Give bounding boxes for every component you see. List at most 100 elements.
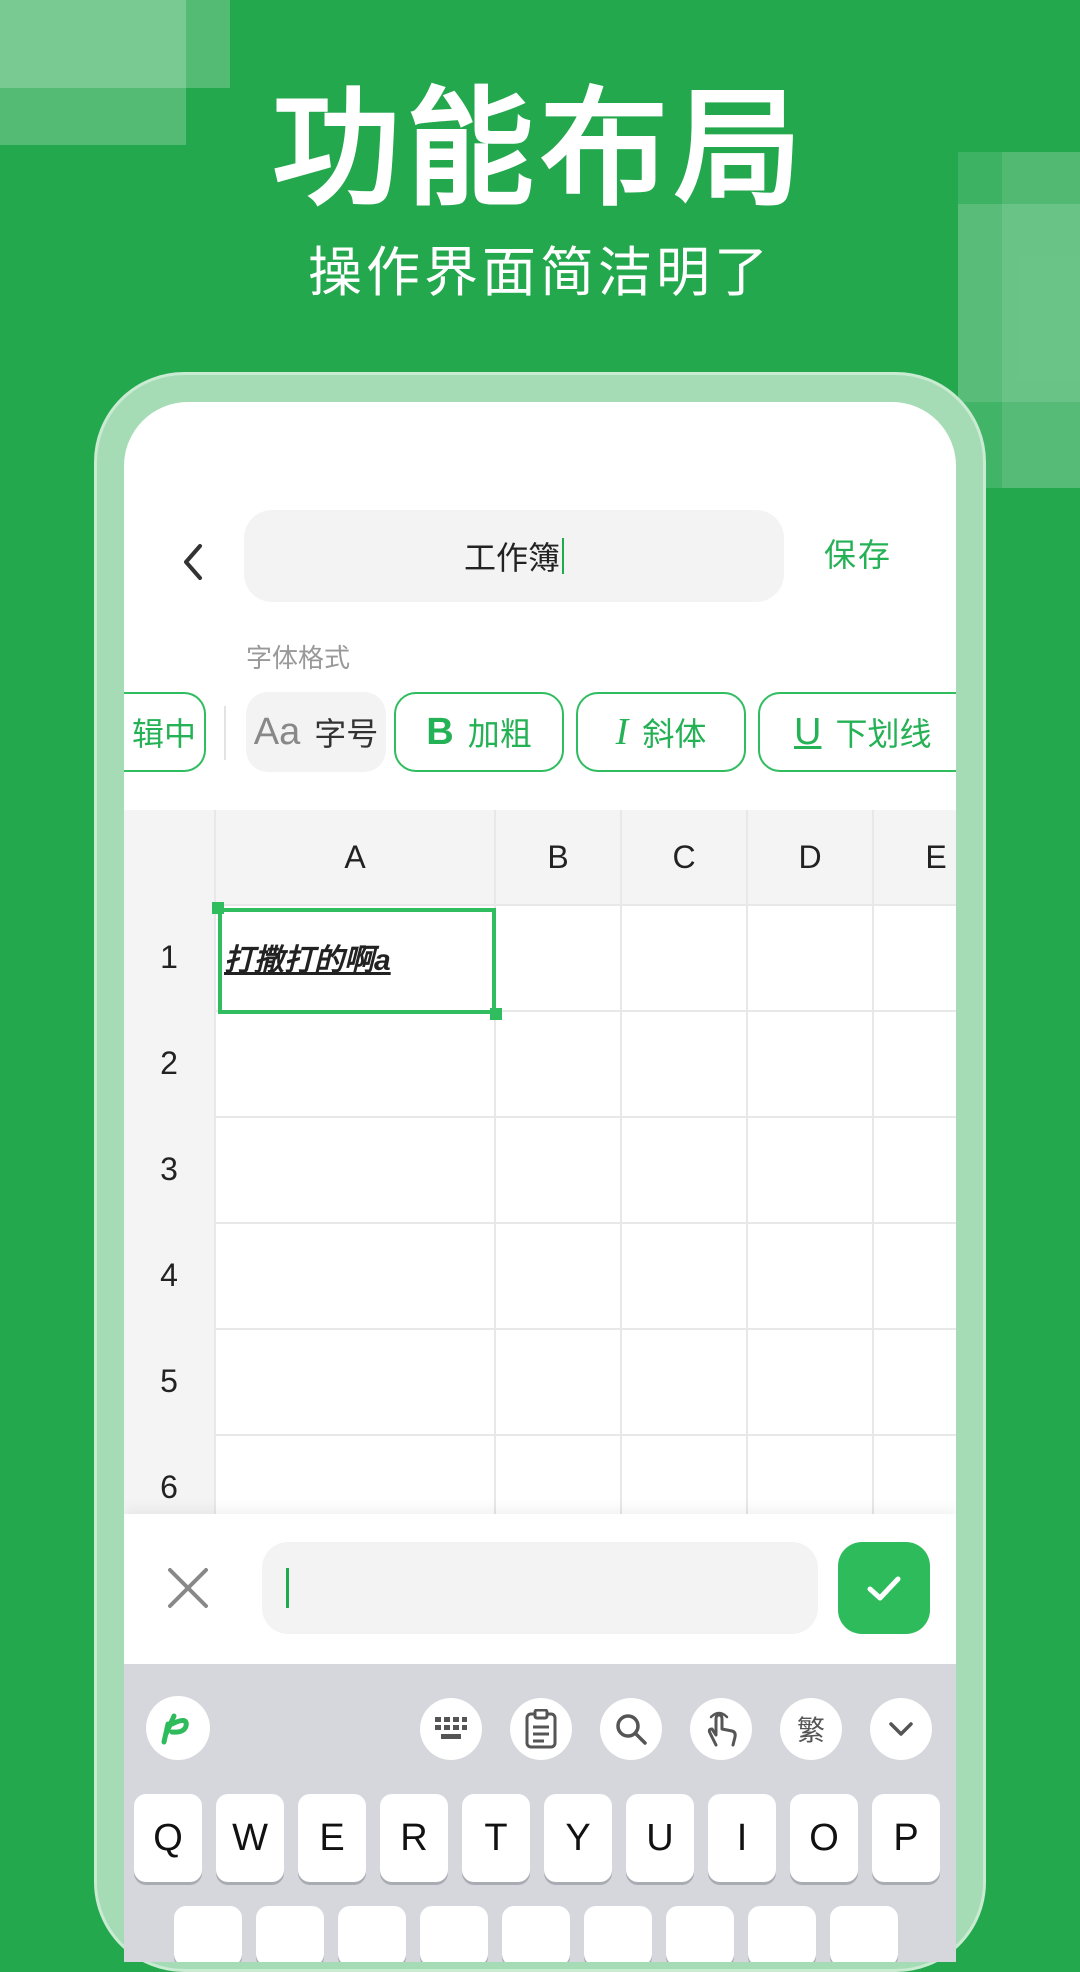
italic-icon: I [615,711,629,753]
save-button[interactable]: 保存 [824,530,892,576]
keyboard-row-2 [174,1906,914,1962]
cell[interactable] [496,1222,622,1328]
underline-icon: U [794,710,822,753]
keyboard: 繁 Q W E R T Y U I O P [124,1664,956,1962]
chip-italic[interactable]: I 斜体 [576,692,746,772]
key[interactable] [256,1906,324,1962]
table-row: 3 [124,1116,956,1224]
row-header-5[interactable]: 5 [124,1328,216,1434]
cancel-button[interactable] [164,1564,212,1612]
hero-subtitle: 操作界面简洁明了 [308,241,772,304]
corner-cell[interactable] [124,810,216,904]
gesture-icon [707,1711,737,1747]
cell[interactable] [216,1116,496,1222]
key[interactable] [666,1906,734,1962]
cell[interactable] [748,1116,874,1222]
cell[interactable] [216,1010,496,1116]
key-i[interactable]: I [708,1794,776,1882]
cell[interactable] [874,1328,956,1434]
cell[interactable] [748,1222,874,1328]
row-header-2[interactable]: 2 [124,1010,216,1116]
column-header-c[interactable]: C [622,810,748,904]
key[interactable] [584,1906,652,1962]
clipboard-icon [525,1709,557,1749]
table-row: 5 [124,1328,956,1436]
cell[interactable] [874,1222,956,1328]
search-button[interactable] [600,1698,662,1760]
cell[interactable] [496,904,622,1010]
column-header-row: A B C D E [124,810,956,906]
font-format-label: 字体格式 [246,644,351,674]
row-header-4[interactable]: 4 [124,1222,216,1328]
search-icon [616,1714,647,1745]
key-q[interactable]: Q [134,1794,202,1882]
key[interactable] [174,1906,242,1962]
key[interactable] [502,1906,570,1962]
cell[interactable] [622,1222,748,1328]
confirm-button[interactable] [838,1542,930,1634]
cell[interactable] [622,1010,748,1116]
title-input[interactable]: 工作簿 [244,510,784,602]
key-p[interactable]: P [872,1794,940,1882]
keyboard-toggle-button[interactable] [420,1698,482,1760]
hero-title: 功能布局 [271,75,808,224]
keyboard-icon [435,1717,467,1739]
key-t[interactable]: T [462,1794,530,1882]
logo-icon [161,1713,189,1745]
cell[interactable] [216,1222,496,1328]
back-button[interactable] [164,532,224,592]
key[interactable] [420,1906,488,1962]
key[interactable] [338,1906,406,1962]
chip-underline-label: 下划线 [835,715,932,753]
chip-bold-label: 加粗 [467,715,532,753]
cell[interactable] [496,1328,622,1434]
close-icon [168,1568,208,1608]
key-o[interactable]: O [790,1794,858,1882]
column-header-d[interactable]: D [748,810,874,904]
cell[interactable] [874,904,956,1010]
chip-font-size[interactable]: Aa 字号 [246,692,386,772]
cell[interactable] [496,1116,622,1222]
cell[interactable] [874,1116,956,1222]
cell-input-bar [124,1514,956,1664]
key[interactable] [830,1906,898,1962]
clipboard-button[interactable] [510,1698,572,1760]
cell[interactable] [216,1328,496,1434]
cell[interactable] [496,1010,622,1116]
column-header-e[interactable]: E [874,810,956,904]
collapse-keyboard-button[interactable] [870,1698,932,1760]
column-header-a[interactable]: A [216,810,496,904]
column-header-b[interactable]: B [496,810,622,904]
cell[interactable] [622,1328,748,1434]
row-header-1[interactable]: 1 [124,904,216,1010]
font-size-icon: Aa [253,710,301,753]
chip-center-label: 辑中 [131,715,196,753]
row-header-3[interactable]: 3 [124,1116,216,1222]
cell-value-input[interactable] [262,1542,818,1634]
key-u[interactable]: U [626,1794,694,1882]
key-e[interactable]: E [298,1794,366,1882]
key[interactable] [748,1906,816,1962]
selection-handle-bottom-right[interactable] [490,1008,502,1020]
gesture-button[interactable] [690,1698,752,1760]
bold-icon: B [426,710,454,753]
chip-center[interactable]: 辑中 [124,692,206,772]
traditional-chinese-button[interactable]: 繁 [780,1698,842,1760]
chip-underline[interactable]: U 下划线 [758,692,956,772]
chevron-down-icon [889,1722,913,1736]
cell[interactable] [748,904,874,1010]
cell[interactable] [748,1328,874,1434]
key-w[interactable]: W [216,1794,284,1882]
chip-font-size-label: 字号 [314,715,379,753]
cell[interactable] [622,1116,748,1222]
cell[interactable] [874,1010,956,1116]
format-toolbar: 辑中 Aa 字号 B 加粗 I 斜体 U 下划线 [124,692,956,776]
title-input-value: 工作簿 [463,539,560,577]
input-method-logo[interactable] [146,1696,210,1760]
cell[interactable] [748,1010,874,1116]
key-r[interactable]: R [380,1794,448,1882]
cell[interactable] [622,904,748,1010]
selection-handle-top-left[interactable] [212,902,224,914]
key-y[interactable]: Y [544,1794,612,1882]
chip-bold[interactable]: B 加粗 [394,692,564,772]
